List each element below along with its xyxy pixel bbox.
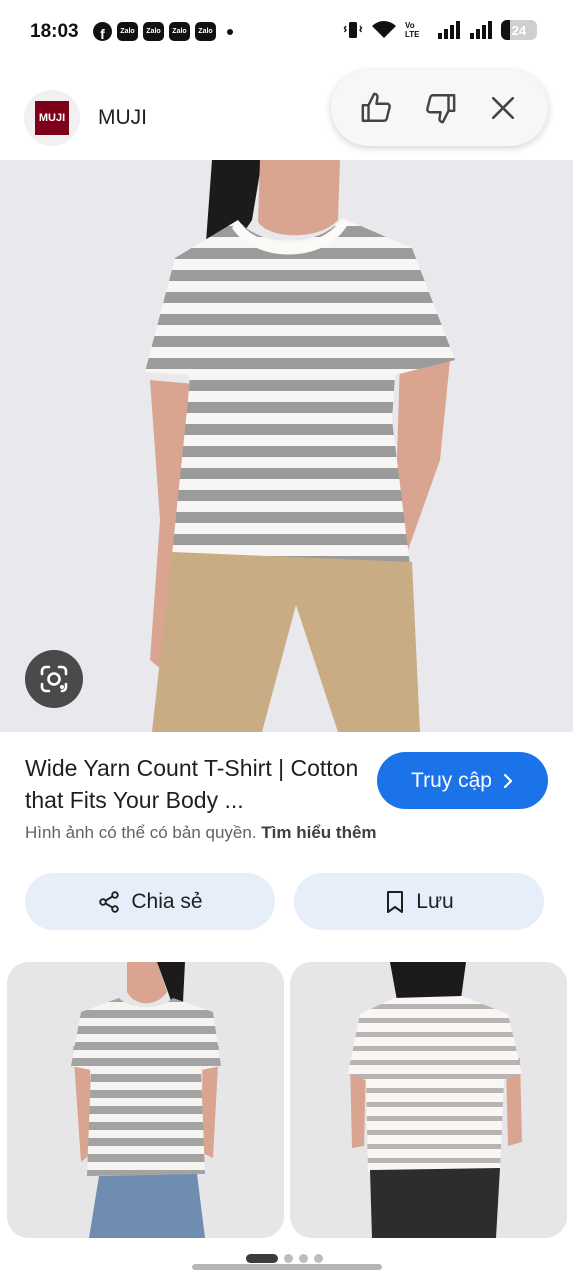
volte-label: Vo LTE	[405, 21, 420, 39]
notification-icons: f Zalo Zalo Zalo Zalo	[93, 22, 233, 41]
more-notifications-dot	[227, 28, 233, 35]
pager-dot	[314, 1254, 323, 1263]
facebook-icon: f	[93, 22, 112, 41]
zalo-icon: Zalo	[169, 22, 190, 41]
feedback-pill	[331, 70, 548, 146]
status-bar: 18:03 f Zalo Zalo Zalo Zalo Vo LTE 24	[0, 0, 573, 64]
battery-icon: 24	[501, 20, 537, 40]
source-logo[interactable]: MUJI	[24, 90, 80, 146]
share-button[interactable]: Chia sẻ	[25, 873, 275, 930]
related-image[interactable]	[290, 962, 567, 1238]
close-icon	[491, 96, 514, 120]
zalo-icon: Zalo	[195, 22, 216, 41]
system-icons: Vo LTE 24	[343, 20, 537, 40]
muji-logo: MUJI	[35, 101, 69, 135]
gesture-navigation-bar[interactable]	[192, 1264, 382, 1270]
copyright-text: Hình ảnh có thể có bản quyền.	[25, 823, 257, 842]
related-back-tshirt-photo	[290, 962, 567, 1238]
source-header: MUJI MUJI	[0, 70, 573, 160]
google-lens-button[interactable]	[25, 650, 83, 708]
pager-dot-active	[246, 1254, 278, 1263]
save-label: Lưu	[416, 889, 454, 913]
pager-dot	[284, 1254, 293, 1263]
pager-dot	[299, 1254, 308, 1263]
chevron-right-icon	[503, 773, 513, 788]
battery-fill	[501, 20, 510, 40]
share-icon	[99, 890, 120, 913]
related-image[interactable]	[7, 962, 284, 1238]
copyright-notice: Hình ảnh có thể có bản quyền. Tìm hiểu t…	[25, 823, 377, 843]
wifi-icon	[372, 21, 396, 38]
zalo-icon: Zalo	[117, 22, 138, 41]
signal-icon	[470, 21, 492, 39]
thumbs-down-icon	[425, 94, 455, 124]
lens-icon	[40, 665, 68, 693]
save-button[interactable]: Lưu	[294, 873, 544, 930]
zalo-icon: Zalo	[143, 22, 164, 41]
visit-button-label: Truy cập	[411, 768, 492, 792]
like-button[interactable]	[355, 86, 399, 130]
related-front-tshirt-photo	[7, 962, 284, 1238]
main-product-image[interactable]	[0, 160, 573, 732]
share-label: Chia sẻ	[131, 889, 203, 913]
source-name[interactable]: MUJI	[98, 106, 147, 130]
status-time: 18:03	[30, 21, 79, 42]
battery-level: 24	[511, 22, 527, 38]
thumbs-up-icon	[361, 92, 391, 122]
signal-icon	[438, 21, 460, 39]
striped-tshirt-model-photo	[0, 160, 573, 732]
visit-button[interactable]: Truy cập	[377, 752, 548, 809]
learn-more-link[interactable]: Tìm hiểu thêm	[261, 823, 376, 842]
image-pager	[246, 1254, 323, 1263]
result-title[interactable]: Wide Yarn Count T-Shirt | Cotton that Fi…	[25, 752, 370, 816]
dislike-button[interactable]	[418, 86, 462, 130]
vibrate-icon	[343, 22, 363, 38]
close-button[interactable]	[481, 86, 525, 130]
bookmark-icon	[387, 890, 404, 913]
